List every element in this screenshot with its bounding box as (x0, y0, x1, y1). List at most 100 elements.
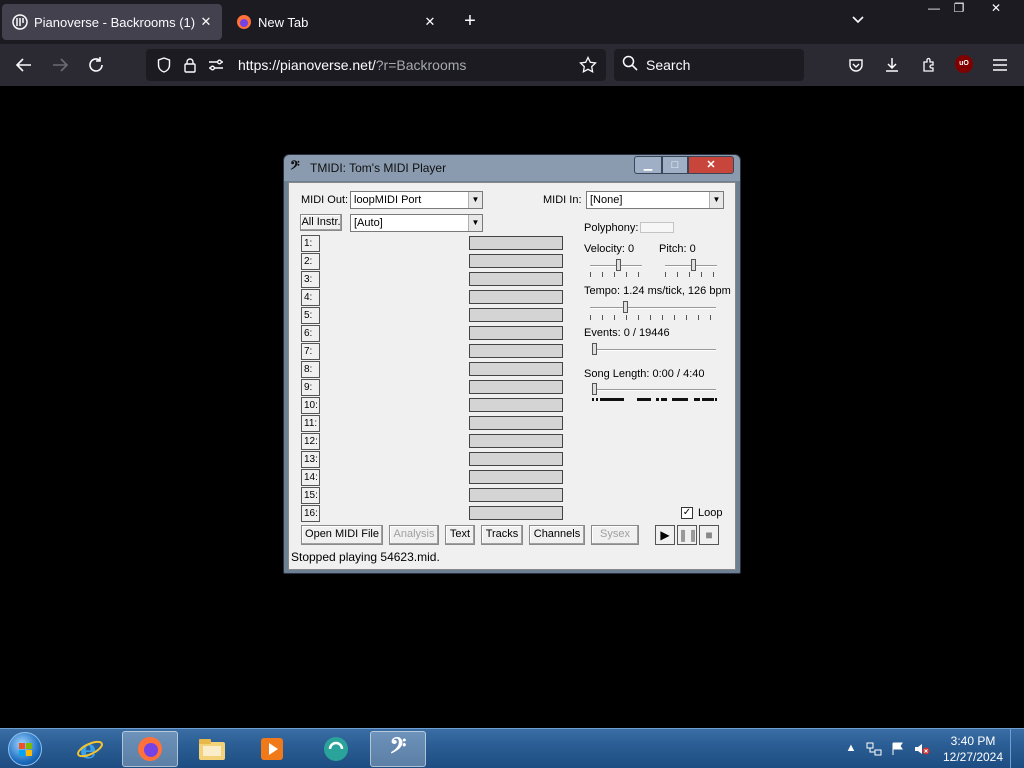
tmidi-title: TMIDI: Tom's MIDI Player (310, 161, 447, 175)
list-tabs-chevron-icon[interactable] (846, 12, 870, 32)
channel-button[interactable]: 8: (301, 361, 320, 378)
search-icon (622, 55, 640, 73)
dropdown-arrow-icon: ▼ (468, 192, 482, 208)
pause-icon[interactable]: ❚❚ (677, 525, 698, 545)
url-bar[interactable]: https://pianoverse.net/?r=Backrooms (146, 49, 606, 81)
media-player-icon[interactable] (244, 731, 300, 767)
tempo-slider-track[interactable] (590, 307, 716, 309)
svg-text:e: e (80, 735, 97, 763)
text-button[interactable]: Text (445, 525, 475, 545)
dropdown-arrow-icon: ▼ (468, 215, 482, 231)
internet-explorer-icon[interactable]: e (62, 731, 118, 767)
clock-time[interactable]: 3:40 PM (940, 734, 1006, 748)
channel-activity-bar (469, 362, 563, 376)
close-tab-icon[interactable]: ✕ (420, 14, 440, 30)
tmidi-minimize-button[interactable]: ▁ (634, 156, 662, 174)
action-center-flag-icon[interactable] (890, 742, 906, 756)
reload-icon[interactable] (83, 52, 109, 78)
midi-in-value: [None] (590, 194, 623, 206)
song-activity-strip (592, 398, 717, 401)
channel-button[interactable]: 2: (301, 253, 320, 270)
pitch-slider-thumb[interactable] (691, 259, 696, 271)
events-slider-thumb[interactable] (592, 343, 597, 355)
tmidi-close-button[interactable]: ✕ (688, 156, 734, 174)
velocity-slider-thumb[interactable] (616, 259, 621, 271)
events-label: Events: 0 / 19446 (584, 327, 670, 339)
channel-button[interactable]: 11: (301, 415, 320, 432)
channel-activity-bar (469, 272, 563, 286)
permissions-icon[interactable] (206, 55, 226, 75)
channel-button[interactable]: 4: (301, 289, 320, 306)
url-query: ?r=Backrooms (375, 57, 467, 73)
tab-new-tab[interactable]: New Tab ✕ (226, 4, 446, 40)
loop-checkbox[interactable]: ✓ (681, 507, 693, 519)
tmidi-taskbar-icon[interactable]: 𝄢 (370, 731, 426, 767)
downloads-icon[interactable] (881, 54, 903, 76)
back-arrow-icon[interactable] (11, 52, 37, 78)
start-button[interactable] (6, 732, 46, 768)
events-slider-track[interactable] (592, 349, 716, 351)
channel-activity-bar (469, 506, 563, 520)
tempo-ticks (590, 315, 716, 320)
song-position-slider-track[interactable] (592, 389, 716, 391)
forward-arrow-icon[interactable] (47, 52, 73, 78)
clock-date[interactable]: 12/27/2024 (940, 750, 1006, 764)
close-tab-icon[interactable]: ✕ (196, 14, 216, 30)
channel-button[interactable]: 14: (301, 469, 320, 486)
network-icon[interactable] (866, 742, 882, 756)
midi-out-select[interactable]: loopMIDI Port ▼ (350, 191, 483, 209)
channel-button[interactable]: 1: (301, 235, 320, 252)
new-tab-button[interactable]: + (458, 10, 482, 34)
shield-icon[interactable] (154, 55, 174, 75)
close-window-button[interactable]: ✕ (980, 0, 1012, 18)
menu-hamburger-icon[interactable] (989, 54, 1011, 76)
show-desktop-button[interactable] (1010, 729, 1024, 768)
open-midi-file-button[interactable]: Open MIDI File (301, 525, 383, 545)
lock-icon[interactable] (180, 55, 200, 75)
analysis-button[interactable]: Analysis (389, 525, 439, 545)
channels-button[interactable]: Channels (529, 525, 585, 545)
all-instruments-button[interactable]: All Instr. (300, 214, 342, 231)
search-input[interactable]: Search (614, 49, 804, 81)
tab-pianoverse[interactable]: Pianoverse - Backrooms (1) ✕ (2, 4, 222, 40)
tmidi-maximize-button[interactable]: □ (662, 156, 688, 174)
instrument-value: [Auto] (354, 217, 383, 229)
sysex-button[interactable]: Sysex (591, 525, 639, 545)
extensions-puzzle-icon[interactable] (918, 54, 940, 76)
channel-button[interactable]: 12: (301, 433, 320, 450)
channel-activity-bar (469, 254, 563, 268)
tracks-button[interactable]: Tracks (481, 525, 523, 545)
ublock-origin-icon[interactable]: uO (955, 55, 973, 73)
show-hidden-icons-icon[interactable]: ▲ (843, 742, 859, 756)
tempo-slider-thumb[interactable] (623, 301, 628, 313)
midi-in-select[interactable]: [None] ▼ (586, 191, 724, 209)
play-icon[interactable]: ▶ (655, 525, 675, 545)
tmidi-client-area: MIDI Out: loopMIDI Port ▼ MIDI In: [None… (288, 182, 736, 570)
midi-out-value: loopMIDI Port (354, 194, 422, 206)
url-host: https://pianoverse.net/ (238, 57, 376, 73)
stop-icon[interactable]: ■ (699, 525, 719, 545)
file-explorer-icon[interactable] (184, 731, 240, 767)
song-position-slider-thumb[interactable] (592, 383, 597, 395)
pocket-icon[interactable] (845, 54, 867, 76)
channel-activity-bar (469, 236, 563, 250)
restore-window-button[interactable]: ❐ (943, 0, 975, 18)
tempo-label: Tempo: 1.24 ms/tick, 126 bpm (584, 285, 731, 297)
instrument-select[interactable]: [Auto] ▼ (350, 214, 483, 232)
channel-button[interactable]: 16: (301, 505, 320, 522)
bookmark-star-icon[interactable] (578, 55, 598, 75)
channel-button[interactable]: 6: (301, 325, 320, 342)
tmidi-title-bar[interactable]: 𝄢 TMIDI: Tom's MIDI Player ▁ □ ✕ (284, 155, 740, 181)
channel-button[interactable]: 7: (301, 343, 320, 360)
channel-button[interactable]: 5: (301, 307, 320, 324)
channel-button[interactable]: 13: (301, 451, 320, 468)
channel-button[interactable]: 15: (301, 487, 320, 504)
volume-muted-icon[interactable] (914, 742, 930, 756)
channel-button[interactable]: 9: (301, 379, 320, 396)
navigation-toolbar: https://pianoverse.net/?r=Backrooms Sear… (0, 44, 1024, 86)
messenger-icon[interactable] (308, 731, 364, 767)
channel-button[interactable]: 3: (301, 271, 320, 288)
firefox-taskbar-icon[interactable] (122, 731, 178, 767)
channel-button[interactable]: 10: (301, 397, 320, 414)
url-text[interactable]: https://pianoverse.net/?r=Backrooms (238, 57, 466, 73)
